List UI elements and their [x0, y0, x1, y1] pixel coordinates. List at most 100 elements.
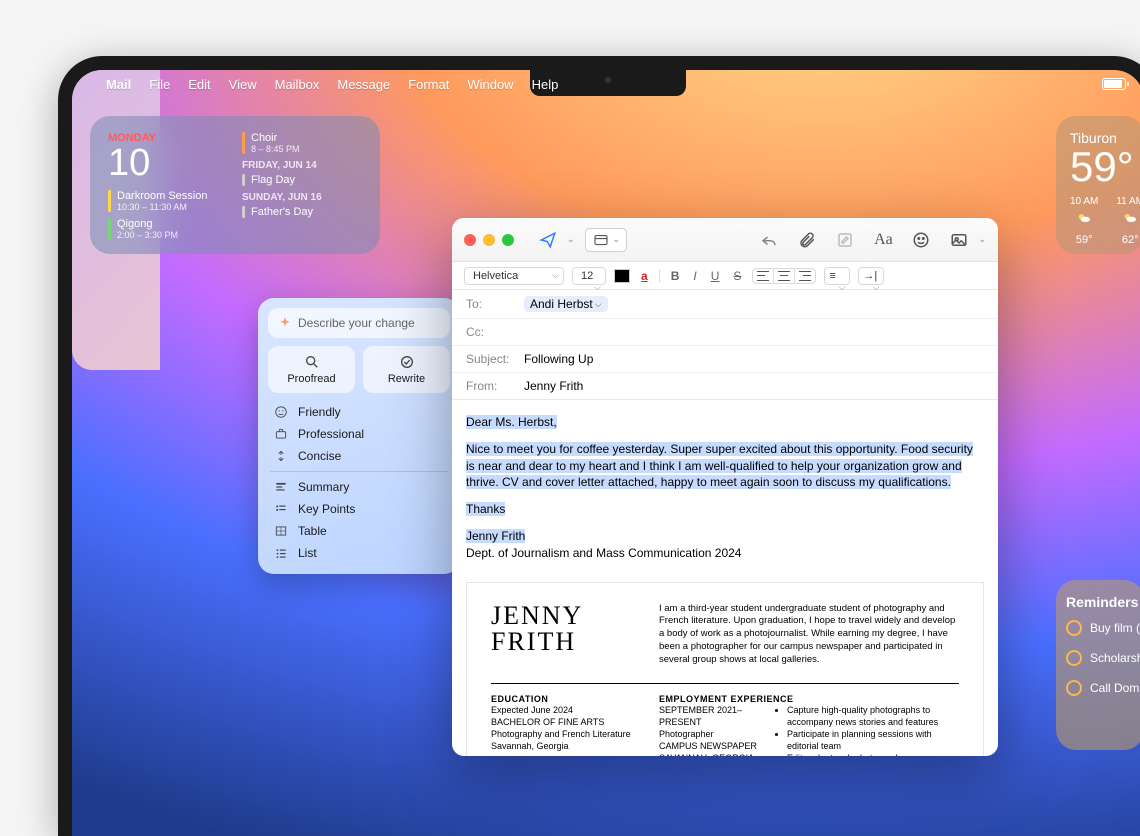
bold-button[interactable]: B: [668, 269, 683, 283]
indent-select[interactable]: →|: [858, 267, 884, 285]
font-size-select[interactable]: 12: [572, 267, 606, 285]
mail-compose-window: ⌄ ⌄ Aa ⌄ Helvetica 12 a B I U S: [452, 218, 998, 756]
mail-toolbar: ⌄ ⌄ Aa ⌄: [452, 218, 998, 262]
strike-button[interactable]: S: [730, 269, 744, 283]
list-style-select[interactable]: ≡: [824, 267, 850, 285]
window-zoom-button[interactable]: [502, 234, 514, 246]
header-fields-button[interactable]: ⌄: [585, 228, 628, 252]
underline-button[interactable]: U: [708, 269, 723, 283]
from-label: From:: [466, 379, 524, 393]
format-summary[interactable]: Summary: [268, 476, 450, 498]
calendar-event[interactable]: Flag Day: [242, 174, 362, 186]
reminder-checkbox-icon[interactable]: [1066, 680, 1082, 696]
collapse-icon: [274, 449, 288, 463]
to-label: To:: [466, 297, 524, 311]
tone-professional[interactable]: Professional: [268, 423, 450, 445]
calendar-date-header: FRIDAY, JUN 14: [242, 160, 362, 171]
window-close-button[interactable]: [464, 234, 476, 246]
to-recipient-token[interactable]: Andi Herbst: [524, 296, 608, 312]
font-family-select[interactable]: Helvetica: [464, 267, 564, 285]
markup-button[interactable]: [831, 228, 859, 252]
body-signature-name: Jenny Frith: [466, 529, 525, 543]
calendar-event[interactable]: Qigong 2:00 – 3:30 PM: [108, 218, 228, 240]
resume-education-heading: EDUCATION: [491, 694, 641, 704]
reminder-item[interactable]: Scholarship: [1066, 650, 1134, 666]
body-greeting: Dear Ms. Herbst,: [466, 415, 557, 429]
cloud-sun-icon: [1122, 210, 1138, 226]
window-minimize-button[interactable]: [483, 234, 495, 246]
menu-file[interactable]: File: [149, 77, 170, 92]
subject-field[interactable]: Following Up: [524, 352, 593, 366]
reminder-item[interactable]: Buy film (120): [1066, 620, 1134, 636]
weather-widget[interactable]: Tiburon 59° 10 AM 59° 11 AM 62°: [1056, 116, 1140, 254]
resume-employment-meta: SEPTEMBER 2021–PRESENT Photographer CAMP…: [659, 704, 759, 756]
weather-hour: 10 AM 59°: [1070, 196, 1098, 246]
keypoints-icon: [274, 502, 288, 516]
weather-hour: 11 AM 62°: [1116, 196, 1140, 246]
calendar-day-number: 10: [108, 144, 228, 182]
menubar: Mail File Edit View Mailbox Message Form…: [72, 70, 1140, 98]
calendar-event[interactable]: Darkroom Session 10:30 – 11:30 AM: [108, 190, 228, 212]
reminder-checkbox-icon[interactable]: [1066, 620, 1082, 636]
menu-window[interactable]: Window: [467, 77, 513, 92]
menu-mailbox[interactable]: Mailbox: [275, 77, 320, 92]
tone-friendly[interactable]: Friendly: [268, 401, 450, 423]
rewrite-icon: [399, 354, 415, 370]
body-signature-dept: Dept. of Journalism and Mass Communicati…: [466, 546, 741, 560]
cloud-sun-icon: [1076, 210, 1092, 226]
briefcase-icon: [274, 427, 288, 441]
format-button[interactable]: Aa: [869, 228, 897, 252]
emoji-button[interactable]: [907, 228, 935, 252]
resume-employment-bullets: Capture high-quality photographs to acco…: [773, 704, 959, 756]
weather-temperature: 59°: [1070, 146, 1140, 188]
proofread-button[interactable]: Proofread: [268, 346, 355, 393]
text-color-swatch[interactable]: [614, 269, 630, 283]
reminder-checkbox-icon[interactable]: [1066, 650, 1082, 666]
subject-label: Subject:: [466, 352, 524, 366]
resume-employment-heading: EMPLOYMENT EXPERIENCE: [659, 694, 959, 704]
format-keypoints[interactable]: Key Points: [268, 498, 450, 520]
menu-message[interactable]: Message: [337, 77, 390, 92]
magnify-text-icon: [304, 354, 320, 370]
mail-body-editor[interactable]: Dear Ms. Herbst, Nice to meet you for co…: [452, 400, 998, 756]
align-left-button[interactable]: [753, 269, 774, 283]
menu-format[interactable]: Format: [408, 77, 449, 92]
align-center-button[interactable]: [774, 269, 795, 283]
send-button[interactable]: [534, 228, 562, 252]
send-options-chevron-icon[interactable]: ⌄: [567, 234, 575, 245]
body-paragraph: Nice to meet you for coffee yesterday. S…: [466, 442, 973, 490]
from-field[interactable]: Jenny Frith: [524, 379, 583, 393]
menu-app[interactable]: Mail: [106, 77, 131, 92]
text-color-button[interactable]: a: [638, 269, 651, 283]
photo-browser-button[interactable]: [945, 228, 973, 252]
rewrite-button[interactable]: Rewrite: [363, 346, 450, 393]
photo-options-chevron-icon[interactable]: ⌄: [978, 234, 986, 245]
separator: [270, 471, 448, 472]
menu-view[interactable]: View: [229, 77, 257, 92]
battery-icon[interactable]: [1102, 78, 1126, 90]
format-table[interactable]: Table: [268, 520, 450, 542]
writing-tools-panel: Describe your change Proofread Rewrite F…: [258, 298, 460, 574]
table-icon: [274, 524, 288, 538]
sparkle-icon: [278, 316, 292, 330]
describe-change-input[interactable]: Describe your change: [268, 308, 450, 338]
reminders-widget[interactable]: Reminders Buy film (120) Scholarship Cal…: [1056, 580, 1140, 750]
format-bar: Helvetica 12 a B I U S ≡ →|: [452, 262, 998, 290]
reply-button[interactable]: [755, 228, 783, 252]
italic-button[interactable]: I: [690, 269, 699, 283]
body-thanks: Thanks: [466, 502, 505, 516]
menu-edit[interactable]: Edit: [188, 77, 210, 92]
format-list[interactable]: List: [268, 542, 450, 564]
calendar-widget[interactable]: MONDAY 10 Darkroom Session 10:30 – 11:30…: [90, 116, 380, 254]
calendar-date-header: SUNDAY, JUN 16: [242, 192, 362, 203]
reminder-item[interactable]: Call Dominic: [1066, 680, 1134, 696]
attach-button[interactable]: [793, 228, 821, 252]
reminders-title: Reminders: [1066, 594, 1134, 610]
menu-help[interactable]: Help: [532, 77, 559, 92]
calendar-event[interactable]: Choir 8 – 8:45 PM: [242, 132, 362, 154]
calendar-event[interactable]: Father's Day: [242, 206, 362, 218]
summary-icon: [274, 480, 288, 494]
resume-attachment: JENNYFRITH I am a third-year student und…: [466, 582, 984, 756]
tone-concise[interactable]: Concise: [268, 445, 450, 467]
align-right-button[interactable]: [795, 269, 815, 283]
